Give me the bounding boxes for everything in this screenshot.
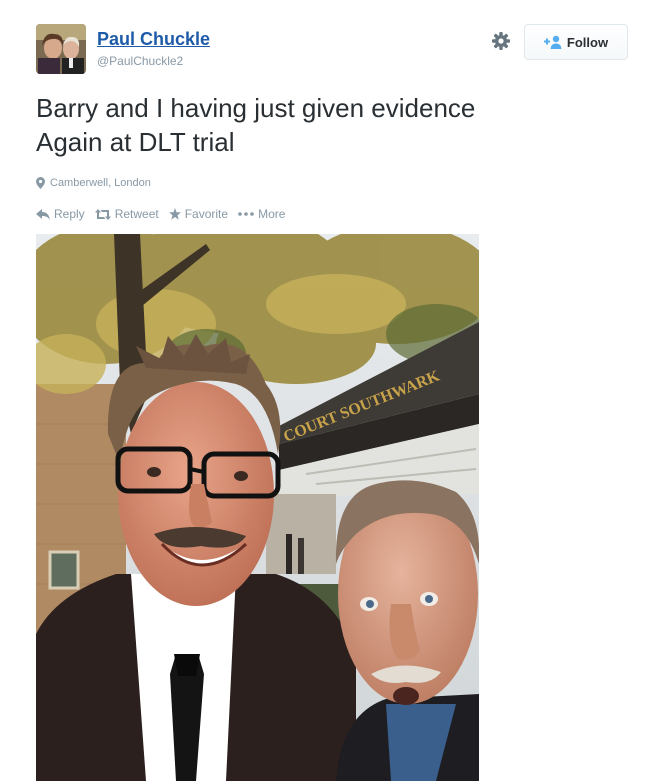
more-label: More: [258, 207, 286, 221]
retweet-label: Retweet: [114, 207, 159, 221]
retweet-button[interactable]: Retweet: [94, 207, 159, 221]
avatar[interactable]: [36, 24, 86, 74]
tweet-photo[interactable]: COURT SOUTHWARK: [36, 234, 479, 781]
star-icon: [168, 208, 181, 220]
favorite-label: Favorite: [184, 207, 229, 221]
location-pin-icon: [36, 177, 45, 189]
add-user-icon: [543, 35, 562, 49]
gear-icon[interactable]: [490, 30, 512, 52]
selfie-photo: COURT SOUTHWARK: [36, 234, 479, 781]
reply-icon: [36, 208, 50, 220]
more-button[interactable]: More: [238, 207, 285, 221]
tweet-text: Barry and I having just given evidence A…: [36, 91, 616, 159]
user-handle: @PaulChuckle2: [97, 54, 184, 68]
user-name-link[interactable]: Paul Chuckle: [97, 29, 210, 50]
reply-button[interactable]: Reply: [36, 207, 85, 221]
reply-label: Reply: [54, 207, 85, 221]
location-label: Camberwell, London: [50, 177, 151, 189]
favorite-button[interactable]: Favorite: [168, 207, 229, 221]
avatar-image: [36, 24, 86, 74]
follow-button[interactable]: Follow: [524, 24, 628, 60]
follow-label: Follow: [566, 34, 609, 50]
retweet-icon: [94, 208, 111, 220]
tweet-actions: Reply Retweet Favorite More: [36, 207, 295, 221]
tweet-location[interactable]: Camberwell, London: [36, 177, 151, 189]
tweet-card: Paul Chuckle @PaulChuckle2 Follow Barry …: [0, 0, 650, 781]
tweet-text-line-1: Barry and I having just given evidence: [36, 93, 476, 123]
more-dots-icon: [238, 212, 254, 216]
tweet-text-line-2: Again at DLT trial: [36, 127, 235, 157]
